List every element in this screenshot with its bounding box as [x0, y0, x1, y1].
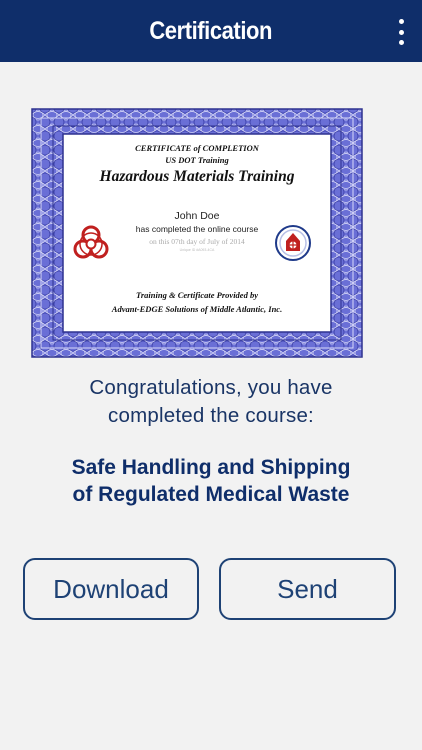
certificate-heading: CERTIFICATE of COMPLETION [135, 143, 259, 153]
congrats-line-2: completed the course: [108, 404, 314, 427]
certificate-image: CERTIFICATE of COMPLETION US DOT Trainin… [31, 108, 363, 358]
recipient-name: John Doe [174, 210, 220, 222]
download-button[interactable]: Download [23, 558, 199, 620]
course-title: Safe Handling and Shipping of Regulated … [0, 454, 422, 508]
certificate-content: CERTIFICATE of COMPLETION US DOT Trainin… [67, 138, 327, 328]
course-title-line-1: Safe Handling and Shipping [71, 456, 351, 479]
provider-label: Training & Certificate Provided by [136, 290, 258, 300]
provider-company: Advant-EDGE Solutions of Middle Atlantic… [111, 304, 283, 314]
certificate-title: Hazardous Materials Training [99, 168, 295, 185]
congratulations-message: Congratulations, you have completed the … [0, 374, 422, 430]
app-header: Certification [0, 0, 422, 62]
send-button[interactable]: Send [219, 558, 396, 620]
page-title: Certification [149, 16, 273, 45]
more-vertical-icon[interactable] [396, 19, 406, 45]
certificate-subheading: US DOT Training [165, 155, 229, 165]
course-title-line-2: of Regulated Medical Waste [72, 483, 350, 506]
seal-icon [275, 225, 311, 261]
congrats-line-1: Congratulations, you have [89, 376, 333, 399]
